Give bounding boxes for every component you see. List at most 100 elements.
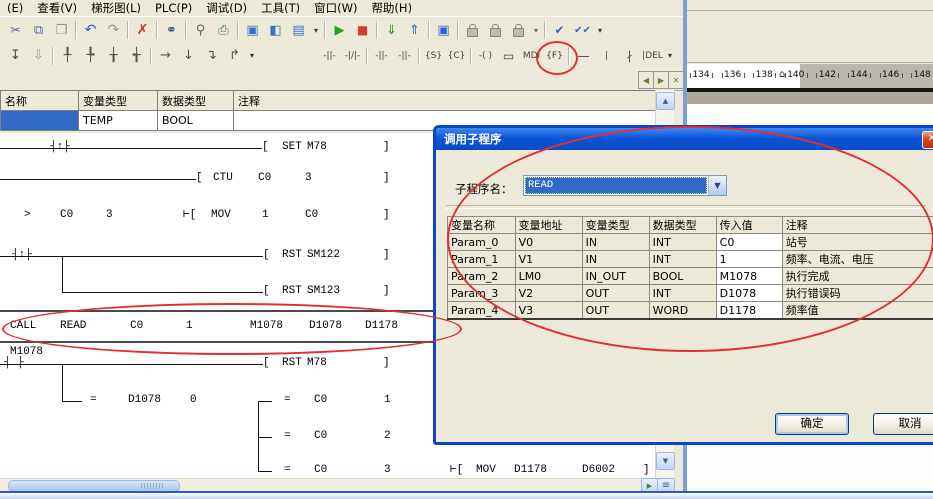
ladder-token[interactable]: MOV xyxy=(476,464,496,477)
ladder-token[interactable]: 2 xyxy=(384,430,391,443)
ladder-token[interactable]: D6002 xyxy=(582,464,615,477)
menu-item-3[interactable]: PLC(P) xyxy=(148,1,199,15)
ladder-token[interactable]: SM122 xyxy=(307,249,340,262)
ladder-token[interactable]: 3 xyxy=(106,209,113,222)
ladder-token[interactable]: ] xyxy=(383,209,390,222)
ladder-token[interactable]: C0 xyxy=(130,320,143,333)
compile-icon[interactable]: ✔ xyxy=(548,19,571,41)
line-dropdown[interactable]: ▾ xyxy=(246,45,258,67)
undo-icon[interactable]: ↶ xyxy=(79,19,102,41)
subroutine-selected-value[interactable]: READ xyxy=(525,177,707,194)
ladder-token[interactable]: 0 xyxy=(190,394,197,407)
ladder-token[interactable]: 1 xyxy=(186,320,193,333)
insert-row-icon[interactable]: ╀ xyxy=(56,45,79,67)
menu-item-0[interactable]: (E) xyxy=(0,1,30,15)
line-corner-up-icon[interactable]: ↱ xyxy=(223,45,246,67)
vline-icon[interactable]: | xyxy=(595,45,618,67)
delete-icon[interactable]: ✗ xyxy=(131,19,154,41)
ladder-token[interactable]: 3 xyxy=(384,464,391,477)
ladder-token[interactable]: M78 xyxy=(307,141,327,154)
unlock-icon[interactable] xyxy=(484,19,507,41)
view-output-icon[interactable]: ▤ xyxy=(287,19,310,41)
function-icon[interactable]: {F} xyxy=(543,45,566,67)
menu-item-7[interactable]: 帮助(H) xyxy=(364,0,419,16)
redo-icon[interactable]: ↷ xyxy=(102,19,125,41)
delete-element-icon[interactable]: |DEL xyxy=(641,45,664,67)
ladder-token[interactable]: D1178 xyxy=(514,464,547,477)
coil-reset-icon[interactable]: {C} xyxy=(445,45,468,67)
ladder-token[interactable]: = xyxy=(90,394,97,407)
var-table-cell[interactable]: BOOL xyxy=(158,111,234,131)
ladder-token[interactable]: [ xyxy=(196,172,203,185)
find-icon[interactable]: ⚭ xyxy=(160,19,183,41)
ladder-token[interactable]: M78 xyxy=(307,357,327,370)
box-icon[interactable]: ▭ xyxy=(497,45,520,67)
ladder-token[interactable]: 1 xyxy=(262,209,269,222)
ladder-token[interactable]: 3 xyxy=(305,172,312,185)
contact-no-icon[interactable]: -||- xyxy=(318,45,341,67)
ladder-token[interactable]: C0 xyxy=(314,430,327,443)
mdi-icon[interactable]: MDI xyxy=(520,45,543,67)
insert-network-icon[interactable]: ↧ xyxy=(4,45,27,67)
line-right-icon[interactable]: → xyxy=(154,45,177,67)
lock-dropdown[interactable]: ▾ xyxy=(530,19,542,41)
ladder-token[interactable]: READ xyxy=(60,320,86,333)
ladder-token[interactable]: ⊢[ xyxy=(183,209,196,222)
menu-item-1[interactable]: 查看(V) xyxy=(30,0,84,16)
view-split-icon[interactable]: ◧ xyxy=(264,19,287,41)
menu-item-6[interactable]: 窗口(W) xyxy=(307,0,364,16)
param-input-value-cell[interactable]: 1 xyxy=(716,251,782,268)
ladder-token[interactable]: C0 xyxy=(314,394,327,407)
horizontal-scrollbar[interactable] xyxy=(0,478,640,492)
ladder-token[interactable]: RST xyxy=(282,249,302,262)
lock-icon[interactable] xyxy=(461,19,484,41)
ladder-token[interactable]: RST xyxy=(282,357,302,370)
close-icon[interactable]: ✕ xyxy=(922,131,933,149)
ladder-token[interactable]: D1078 xyxy=(128,394,161,407)
subroutine-combobox[interactable]: READ ▼ xyxy=(523,175,727,196)
contact-nc-icon[interactable]: -|/|- xyxy=(341,45,364,67)
close-pou-button[interactable]: ✕ xyxy=(668,71,684,89)
coil-icon[interactable]: -( ) xyxy=(474,45,497,67)
menu-item-4[interactable]: 调试(D) xyxy=(199,0,254,16)
ladder-token[interactable]: D1078 xyxy=(309,320,342,333)
download-icon[interactable]: ⇓ xyxy=(380,19,403,41)
var-table-selected-cell[interactable] xyxy=(1,111,79,131)
dialog-title-bar[interactable]: 调用子程序 ✕ xyxy=(436,128,933,150)
paste-icon[interactable]: ❐ xyxy=(50,19,73,41)
copy-icon[interactable]: ⧉ xyxy=(27,19,50,41)
delete-network-icon[interactable]: ⇩ xyxy=(27,45,50,67)
chevron-down-icon[interactable]: ▼ xyxy=(708,176,726,195)
ladder-token[interactable]: C0 xyxy=(60,209,73,222)
contact-pos-icon[interactable]: -||- xyxy=(370,45,393,67)
ladder-token[interactable]: ┤↑├ xyxy=(12,249,32,262)
ladder-token[interactable]: C0 xyxy=(258,172,271,185)
ladder-token[interactable]: C0 xyxy=(305,209,318,222)
lock-partial-icon[interactable] xyxy=(507,19,530,41)
ladder-token[interactable]: CALL xyxy=(10,320,36,333)
ladder-token[interactable]: [ xyxy=(263,357,270,370)
view-more-dropdown[interactable]: ▾ xyxy=(310,19,322,41)
upload-icon[interactable]: ⇑ xyxy=(403,19,426,41)
ladder-token[interactable]: ┤ ├ xyxy=(4,357,24,370)
param-input-value-cell[interactable]: D1078 xyxy=(716,285,782,302)
print-preview-icon[interactable]: ⚲ xyxy=(189,19,212,41)
ladder-token[interactable]: 1 xyxy=(384,394,391,407)
ladder-token[interactable]: SET xyxy=(282,141,302,154)
ladder-token[interactable]: = xyxy=(284,464,291,477)
cancel-button[interactable]: 取消 xyxy=(873,413,933,435)
ladder-token[interactable]: CTU xyxy=(213,172,233,185)
ok-button[interactable]: 确定 xyxy=(775,413,849,435)
scroll-down-button[interactable]: ▼ xyxy=(656,452,675,470)
ladder-token[interactable]: SM123 xyxy=(307,285,340,298)
ladder-token[interactable]: [ xyxy=(263,285,270,298)
ladder-token[interactable]: C0 xyxy=(314,464,327,477)
line-down-icon[interactable]: ↓ xyxy=(177,45,200,67)
ladder-token[interactable]: D1178 xyxy=(365,320,398,333)
compile-all-icon[interactable]: ✔✔ xyxy=(571,19,594,41)
ladder-token[interactable]: ⊢[ xyxy=(450,464,463,477)
compile-dropdown[interactable]: ▾ xyxy=(594,19,606,41)
ladder-token[interactable]: [ xyxy=(262,141,269,154)
param-input-value-cell[interactable]: D1178 xyxy=(716,302,782,320)
window-icon[interactable]: ▣ xyxy=(432,19,455,41)
